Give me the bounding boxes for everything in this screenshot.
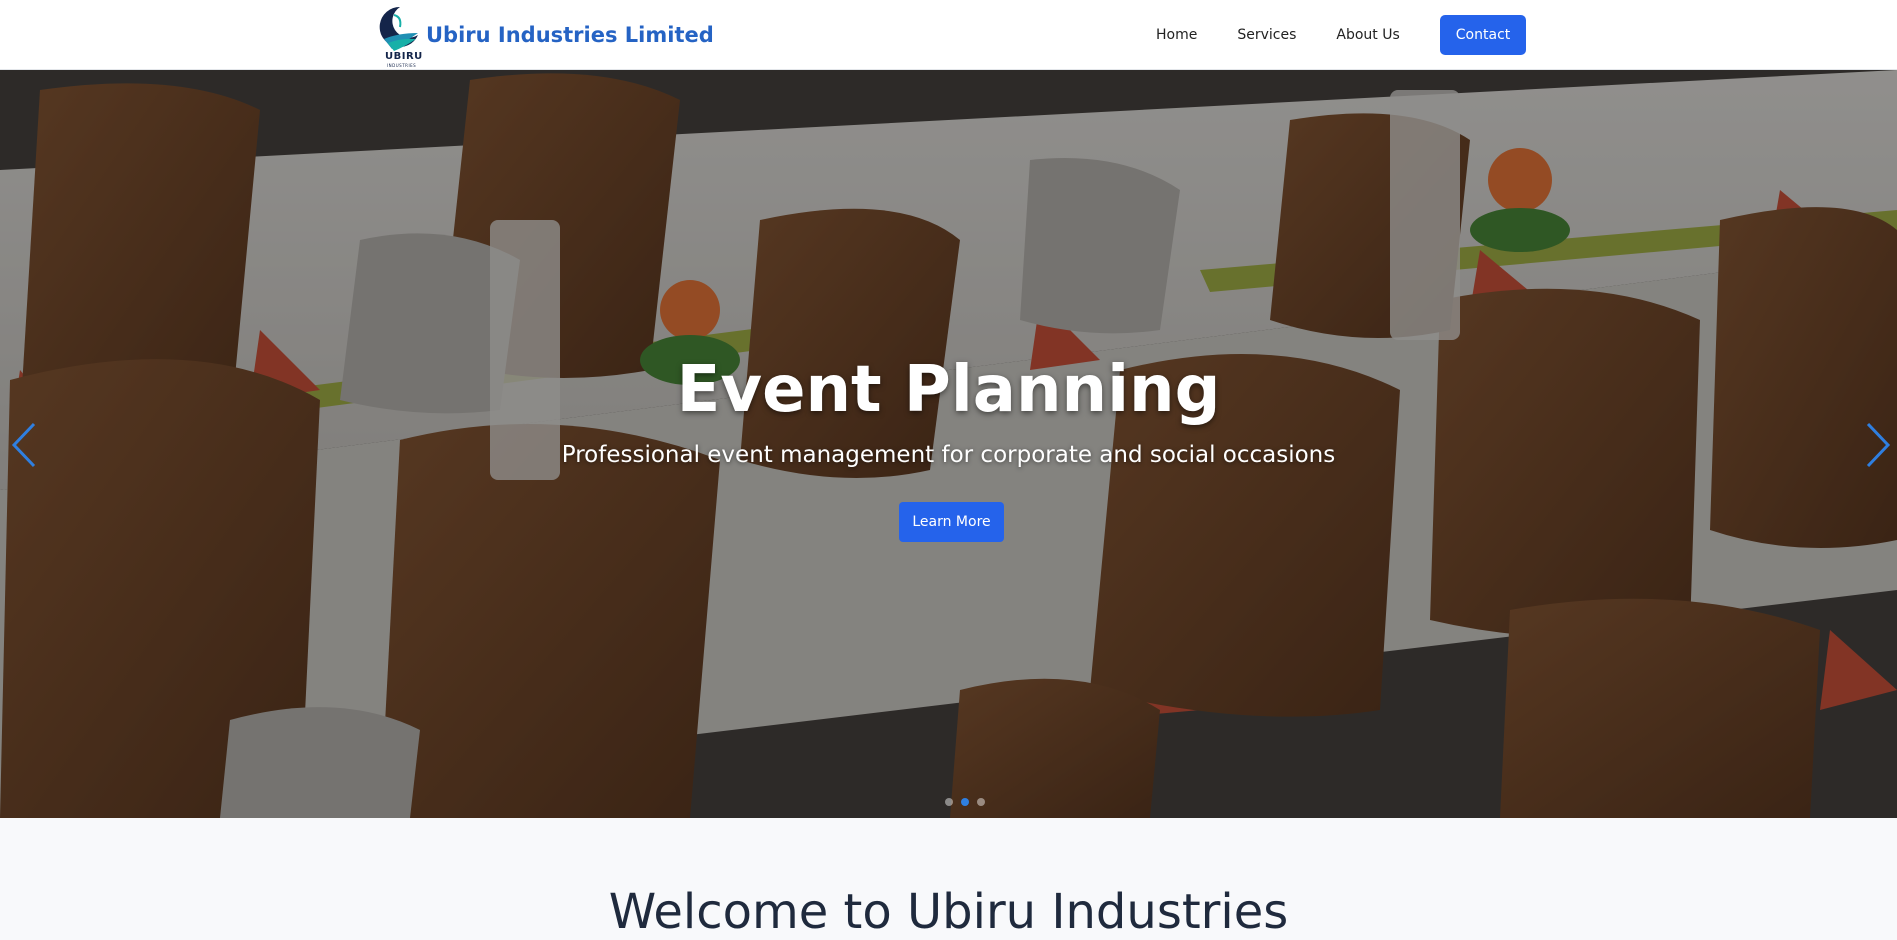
nav-home-link[interactable]: Home xyxy=(1136,15,1217,55)
hero-title: Event Planning xyxy=(676,353,1221,427)
nav-services-link[interactable]: Services xyxy=(1217,15,1316,55)
carousel-indicator[interactable] xyxy=(945,798,953,806)
main-nav: Home Services About Us Contact xyxy=(1136,15,1527,55)
brand-link[interactable]: UBIRU INDUSTRIES Ubiru Industries Limite… xyxy=(378,3,714,68)
carousel-indicator[interactable] xyxy=(977,798,985,806)
carousel-prev-button[interactable] xyxy=(6,420,46,470)
welcome-section: Welcome to Ubiru Industries xyxy=(0,818,1897,940)
contact-button[interactable]: Contact xyxy=(1439,15,1527,55)
hero-subtitle: Professional event management for corpor… xyxy=(561,442,1336,468)
chevron-left-icon xyxy=(11,422,36,468)
brand-name: Ubiru Industries Limited xyxy=(426,23,714,47)
welcome-heading: Welcome to Ubiru Industries xyxy=(608,884,1289,940)
logo-subtext: INDUSTRIES xyxy=(387,63,417,68)
company-logo: UBIRU INDUSTRIES xyxy=(378,3,424,68)
learn-more-button[interactable]: Learn More xyxy=(899,502,1004,542)
navbar: UBIRU INDUSTRIES Ubiru Industries Limite… xyxy=(0,0,1897,70)
carousel-next-button[interactable] xyxy=(1856,420,1896,470)
nav-about-link[interactable]: About Us xyxy=(1316,15,1419,55)
hero-carousel: Event Planning Professional event manage… xyxy=(0,70,1897,818)
logo-text: UBIRU xyxy=(385,51,423,62)
carousel-indicators xyxy=(945,798,985,806)
chevron-right-icon xyxy=(1866,422,1891,468)
carousel-indicator-active[interactable] xyxy=(961,798,969,806)
